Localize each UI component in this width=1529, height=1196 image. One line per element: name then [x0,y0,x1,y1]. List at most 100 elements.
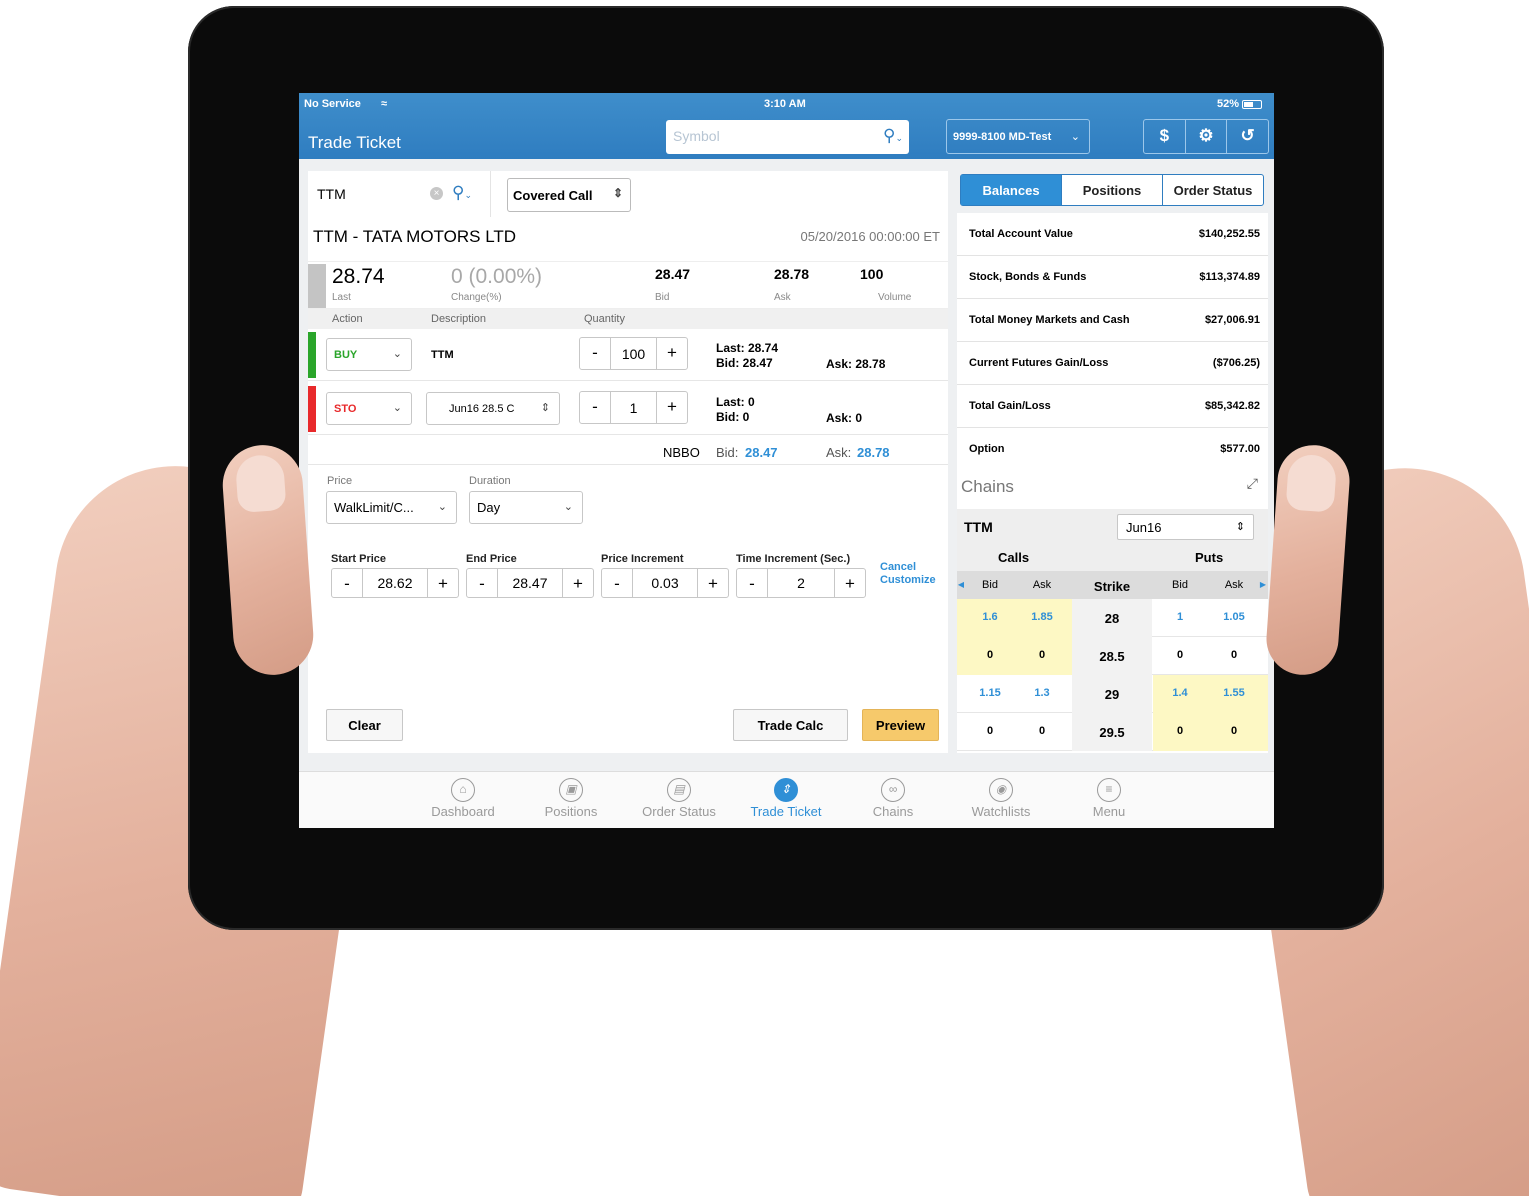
quantity-value[interactable]: 100 [610,338,657,369]
dollar-icon[interactable]: $ [1144,120,1185,153]
refresh-icon[interactable]: ↺ [1226,120,1268,153]
clear-button[interactable]: Clear [326,709,403,741]
tab-watchlists[interactable]: ◉ Watchlists [956,778,1046,819]
strike-value: 29.5 [1099,725,1125,740]
leg-action-select[interactable]: BUY ⌄ [326,338,412,371]
decrement-button[interactable]: - [580,392,610,423]
account-panel: Balances Positions Order Status Total Ac… [957,171,1268,753]
customize-link[interactable]: Customize [880,574,936,586]
tab-positions-nav[interactable]: ▣ Positions [526,778,616,819]
volume-label: Volume [878,292,912,303]
decrement-button[interactable]: - [737,569,767,597]
strategy-selector[interactable]: Covered Call ⇕ [507,178,631,212]
scroll-left-icon[interactable]: ◀ [957,580,965,589]
ask-label: Ask [774,292,791,303]
time-increment-value[interactable]: 2 [767,569,835,597]
decrement-button[interactable]: - [332,569,362,597]
carrier-label: No Service [304,98,361,110]
put-bid[interactable]: 0 [1155,649,1205,661]
expiry-select[interactable]: Jun16 ⇕ [1117,514,1254,540]
tab-trade-ticket[interactable]: ⇕ Trade Ticket [741,778,831,819]
end-price-stepper[interactable]: - 28.47 + [466,568,594,598]
quote-bar: 28.74 Last 0 (0.00%) Change(%) 28.47 Bid… [308,261,948,309]
call-ask[interactable]: 1.85 [1017,611,1067,623]
increment-button[interactable]: + [657,392,687,423]
call-bid[interactable]: 0 [965,725,1015,737]
chain-row[interactable]: 0 0 28.5 0 0 [957,637,1268,675]
price-increment-value[interactable]: 0.03 [632,569,698,597]
nbbo-row: NBBO Bid: 28.47 Ask: 28.78 [308,437,948,465]
start-price-stepper[interactable]: - 28.62 + [331,568,459,598]
put-bid[interactable]: 1.4 [1155,687,1205,699]
put-ask[interactable]: 1.55 [1209,687,1259,699]
tab-order-status-nav[interactable]: ▤ Order Status [634,778,724,819]
put-bid[interactable]: 0 [1155,725,1205,737]
time-increment-stepper[interactable]: - 2 + [736,568,866,598]
scroll-right-icon[interactable]: ▶ [1259,580,1267,589]
put-ask[interactable]: 1.05 [1209,611,1259,623]
tab-label: Trade Ticket [750,804,822,819]
duration-select[interactable]: Day ⌄ [469,491,583,524]
tab-dashboard[interactable]: ⌂ Dashboard [418,778,508,819]
wifi-icon: ≈ [381,98,388,110]
call-bid[interactable]: 1.6 [965,611,1015,623]
put-bid[interactable]: 1 [1155,611,1205,623]
tab-label: Watchlists [971,804,1031,819]
search-icon[interactable]: ⚲⌄ [883,126,903,146]
cancel-link[interactable]: Cancel [880,561,916,573]
decrement-button[interactable]: - [580,338,610,369]
expand-icon[interactable]: ⤢ [1247,475,1258,492]
call-bid[interactable]: 1.15 [965,687,1015,699]
price-increment-stepper[interactable]: - 0.03 + [601,568,729,598]
expiry-value: Jun16 [1126,520,1162,535]
increment-button[interactable]: + [563,569,593,597]
account-selector[interactable]: 9999-8100 MD-Test ⌄ [946,119,1090,154]
balance-label: Total Money Markets and Cash [969,314,1130,326]
battery-icon [1242,99,1263,109]
chain-row[interactable]: 0 0 29.5 0 0 [957,713,1268,751]
tab-order-status[interactable]: Order Status [1162,175,1263,205]
call-ask[interactable]: 0 [1017,725,1067,737]
put-ask[interactable]: 0 [1209,649,1259,661]
tab-balances[interactable]: Balances [961,175,1061,205]
call-ask[interactable]: 1.3 [1017,687,1067,699]
end-price-value[interactable]: 28.47 [497,569,563,597]
leg-action-select[interactable]: STO ⌄ [326,392,412,425]
decrement-button[interactable]: - [602,569,632,597]
preview-button[interactable]: Preview [862,709,939,741]
chain-row[interactable]: 1.6 1.85 28 1 1.05 [957,599,1268,637]
search-icon[interactable]: ⚲⌄ [452,183,472,203]
leg-ask: Ask: 0 [826,411,863,425]
quantity-stepper[interactable]: - 1 + [579,391,688,424]
call-ask[interactable]: 0 [1017,649,1067,661]
strike-header: Strike [1093,579,1131,594]
increment-button[interactable]: + [698,569,728,597]
increment-button[interactable]: + [428,569,458,597]
tab-label: Dashboard [431,804,495,819]
increment-button[interactable]: + [657,338,687,369]
price-type-select[interactable]: WalkLimit/C... ⌄ [326,491,457,524]
menu-icon: ≡ [1097,778,1121,802]
tab-menu[interactable]: ≡ Menu [1064,778,1154,819]
balance-label: Option [969,443,1005,455]
quantity-stepper[interactable]: - 100 + [579,337,688,370]
chain-row[interactable]: 1.15 1.3 29 1.4 1.55 [957,675,1268,713]
home-icon: ⌂ [451,778,475,802]
clear-icon[interactable]: × [430,187,443,200]
start-price-value[interactable]: 28.62 [362,569,428,597]
tab-chains[interactable]: ∞ Chains [848,778,938,819]
call-bid[interactable]: 0 [965,649,1015,661]
trade-calc-button[interactable]: Trade Calc [733,709,848,741]
ticket-symbol-input[interactable]: TTM × ⚲⌄ [308,171,491,217]
symbol-search-input[interactable]: Symbol ⚲⌄ [666,120,909,154]
ticket-symbol-value: TTM [317,186,346,202]
clock: 3:10 AM [764,98,806,110]
option-contract-select[interactable]: Jun16 28.5 C ⇕ [426,392,560,425]
quantity-value[interactable]: 1 [610,392,657,423]
put-ask[interactable]: 0 [1209,725,1259,737]
gear-icon[interactable]: ⚙ [1184,120,1227,153]
increment-button[interactable]: + [835,569,865,597]
balance-value: $113,374.89 [1199,271,1260,283]
decrement-button[interactable]: - [467,569,497,597]
tab-positions[interactable]: Positions [1061,175,1162,205]
